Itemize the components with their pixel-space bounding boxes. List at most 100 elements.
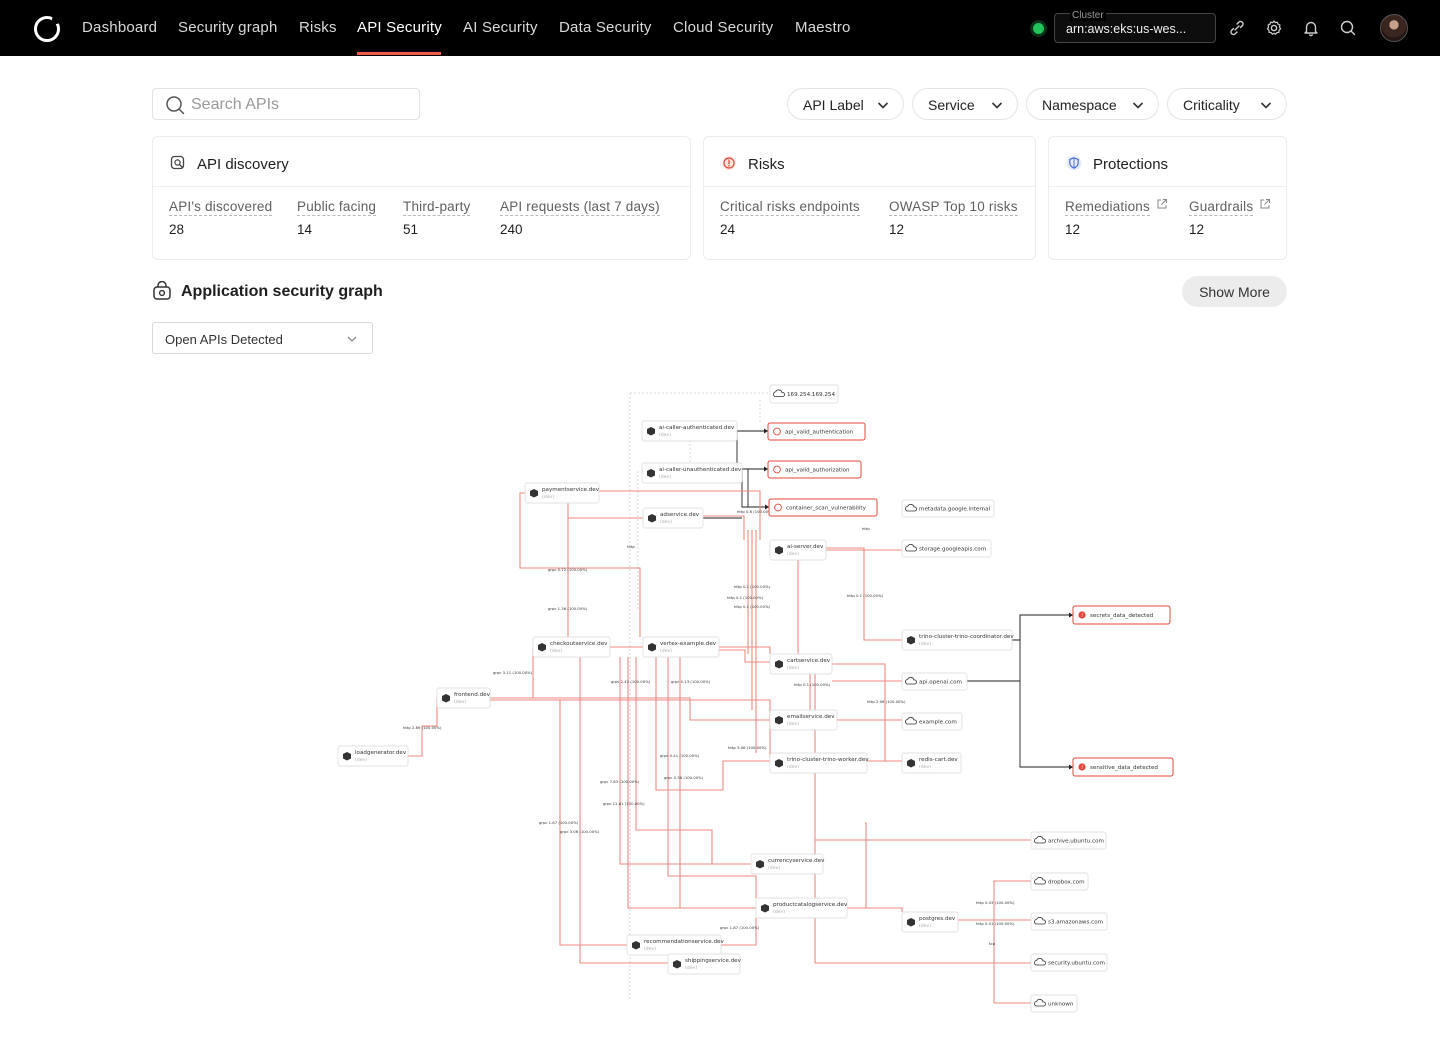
exclamation-icon: ! xyxy=(1081,765,1083,771)
user-avatar[interactable] xyxy=(1380,14,1408,42)
external-link-icon[interactable] xyxy=(1156,198,1168,210)
graph-node-caller-unauth[interactable]: ai-caller-unauthenticated.dev(dev) xyxy=(641,462,743,484)
metric-label-guardrails[interactable]: Guardrails xyxy=(1189,199,1254,216)
graph-node-sensitive[interactable]: ! sensitive_data_detected xyxy=(1072,757,1174,777)
nav-item-data-security[interactable]: Data Security xyxy=(559,19,652,36)
external-link-icon[interactable] xyxy=(1259,198,1271,210)
graph-node-label: shippingservice.dev xyxy=(685,958,742,964)
graph-node-shipping[interactable]: shippingservice.dev(dev) xyxy=(667,953,742,975)
graph-edge-arrowhead xyxy=(764,466,768,472)
graph-node-unknown[interactable]: unknown xyxy=(1030,994,1078,1013)
service-filter[interactable]: Service xyxy=(912,88,1018,120)
metric-value-api-requests: 240 xyxy=(500,222,523,237)
app-logo-icon[interactable] xyxy=(34,15,61,42)
graph-edge xyxy=(847,907,903,912)
graph-node-box[interactable] xyxy=(626,934,722,956)
graph-node-currency[interactable]: currencyservice.dev(dev) xyxy=(750,853,825,875)
graph-edge xyxy=(741,469,769,508)
graph-node-recommend[interactable]: recommendationservice.dev(dev) xyxy=(626,934,725,956)
cluster-value[interactable]: arn:aws:eks:us-wes... xyxy=(1066,22,1186,36)
graph-node-email[interactable]: emailservice.dev(dev) xyxy=(769,709,838,731)
graph-node-storage[interactable]: storage.googleapis.com xyxy=(901,539,992,558)
graph-node-label: emailservice.dev xyxy=(787,714,835,720)
graph-node-box[interactable] xyxy=(901,629,1013,651)
graph-edges xyxy=(408,392,1073,1004)
criticality-filter[interactable]: Criticality xyxy=(1167,88,1287,120)
nav-item-api-security[interactable]: API Security xyxy=(357,19,442,36)
application-graph-icon xyxy=(153,281,171,300)
application-security-graph[interactable]: grpc 0.72 (100.00%) grpc 1.36 (100.00%) gr… xyxy=(0,360,1440,1059)
graph-node-payment[interactable]: paymentservice.dev(dev) xyxy=(524,482,600,504)
graph-node-namespace: (dev) xyxy=(660,519,672,525)
metric-label-remediations[interactable]: Remediations xyxy=(1065,199,1150,216)
graph-view-select[interactable]: Open APIs Detected xyxy=(152,322,373,354)
nav-item-risks[interactable]: Risks xyxy=(299,19,337,36)
search-input[interactable] xyxy=(191,95,411,115)
nav-item-maestro[interactable]: Maestro xyxy=(795,19,851,36)
api-label-filter-label: API Label xyxy=(803,97,864,113)
graph-node-label: metadata.google.internal xyxy=(919,507,991,513)
graph-node-container-vuln[interactable]: container_scan_vulnerability xyxy=(768,498,878,517)
graph-node-example[interactable]: example.com xyxy=(901,712,963,731)
graph-node-secubuntu[interactable]: security.ubuntu.com xyxy=(1030,953,1108,972)
graph-edge xyxy=(703,515,745,540)
graph-edge-label: grpc 3.11 (100.00%) xyxy=(493,670,533,675)
cluster-status-indicator xyxy=(1033,23,1044,34)
graph-node-namespace: (dev) xyxy=(550,648,562,654)
graph-node-s3[interactable]: s3.amazonaws.com xyxy=(1030,912,1108,931)
graph-node-openai[interactable]: api.openai.com xyxy=(901,672,968,691)
nav-item-dashboard[interactable]: Dashboard xyxy=(82,19,157,36)
graph-node-redis[interactable]: redis-cart.dev(dev) xyxy=(901,752,962,774)
graph-node-valid-authn[interactable]: api_valid_authentication xyxy=(767,422,866,441)
section-title: Application security graph xyxy=(181,283,383,300)
graph-node-box[interactable] xyxy=(755,897,848,919)
protections-card: Protections Remediations 12 Guardrails 1… xyxy=(1048,136,1287,260)
graph-node-postgres[interactable]: postgres.dev(dev) xyxy=(901,911,959,933)
graph-node-trino-worker[interactable]: trino-cluster-trino-worker.dev(dev) xyxy=(769,752,869,774)
graph-node-productcat[interactable]: productcatalogservice.dev(dev) xyxy=(755,897,848,919)
graph-node-checkout[interactable]: checkoutservice.dev(dev) xyxy=(532,636,611,658)
graph-canvas[interactable]: grpc 0.72 (100.00%) grpc 1.36 (100.00%) gr… xyxy=(0,360,1440,1059)
graph-node-vertex[interactable]: vertex-example.dev(dev) xyxy=(642,636,720,658)
api-label-filter[interactable]: API Label xyxy=(787,88,904,120)
graph-edge xyxy=(1019,615,1073,768)
graph-node-label: trino-cluster-trino-worker.dev xyxy=(787,757,869,763)
nav-item-security-graph[interactable]: Security graph xyxy=(178,19,278,36)
graph-node-valid-authz[interactable]: api_valid_authorization xyxy=(767,460,862,479)
graph-node-metadata[interactable]: metadata.google.internal xyxy=(901,499,995,518)
graph-node-aiserver[interactable]: ai-server.dev(dev) xyxy=(769,539,827,561)
show-more-button[interactable]: Show More xyxy=(1182,276,1287,307)
nav-item-cloud-security[interactable]: Cloud Security xyxy=(673,19,773,36)
notifications-bell-icon[interactable] xyxy=(1302,19,1320,37)
graph-node-n169[interactable]: 169.254.169.254 xyxy=(769,384,839,404)
metric-label-critical-risks-endpoints[interactable]: Critical risks endpoints xyxy=(720,199,860,216)
graph-node-adservice[interactable]: adservice.dev(dev) xyxy=(642,507,704,529)
metric-label-api-requests[interactable]: API requests (last 7 days) xyxy=(500,199,660,216)
graph-node-trino-coord[interactable]: trino-cluster-trino-coordinator.dev(dev) xyxy=(901,629,1014,651)
graph-node-box[interactable] xyxy=(641,462,743,484)
namespace-filter[interactable]: Namespace xyxy=(1026,88,1159,120)
graph-node-label: api.openai.com xyxy=(919,680,962,686)
graph-node-secrets[interactable]: ! secrets_data_detected xyxy=(1072,605,1171,625)
graph-node-box[interactable] xyxy=(641,420,738,442)
metric-label-third-party[interactable]: Third-party xyxy=(403,199,471,216)
metric-value-remediations: 12 xyxy=(1065,222,1081,237)
metric-label-public-facing[interactable]: Public facing xyxy=(297,199,377,216)
graph-node-caller-auth[interactable]: ai-caller-authenticated.dev(dev) xyxy=(641,420,738,442)
integrations-icon[interactable] xyxy=(1228,19,1246,37)
graph-node-label: dropbox.com xyxy=(1048,880,1085,886)
settings-gear-icon[interactable] xyxy=(1265,19,1283,37)
api-discovery-card: API discovery API's discovered 28 Public… xyxy=(152,136,691,260)
graph-edge-arrowhead xyxy=(1069,612,1073,618)
graph-node-loadgen[interactable]: loadgenerator.dev(dev) xyxy=(337,745,409,767)
api-search-box[interactable] xyxy=(152,88,420,120)
graph-node-box[interactable] xyxy=(769,752,868,774)
nav-item-ai-security[interactable]: AI Security xyxy=(463,19,538,36)
metric-label-apis-discovered[interactable]: API's discovered xyxy=(169,199,273,216)
graph-node-frontend[interactable]: frontend.dev(dev) xyxy=(436,687,491,709)
graph-node-dropbox[interactable]: dropbox.com xyxy=(1030,872,1089,891)
metric-label-owasp-top-10[interactable]: OWASP Top 10 risks xyxy=(889,199,1018,216)
global-search-icon[interactable] xyxy=(1339,19,1357,37)
graph-node-cart[interactable]: cartservice.dev(dev) xyxy=(769,653,833,675)
graph-node-archive[interactable]: archive.ubuntu.com xyxy=(1030,831,1107,850)
